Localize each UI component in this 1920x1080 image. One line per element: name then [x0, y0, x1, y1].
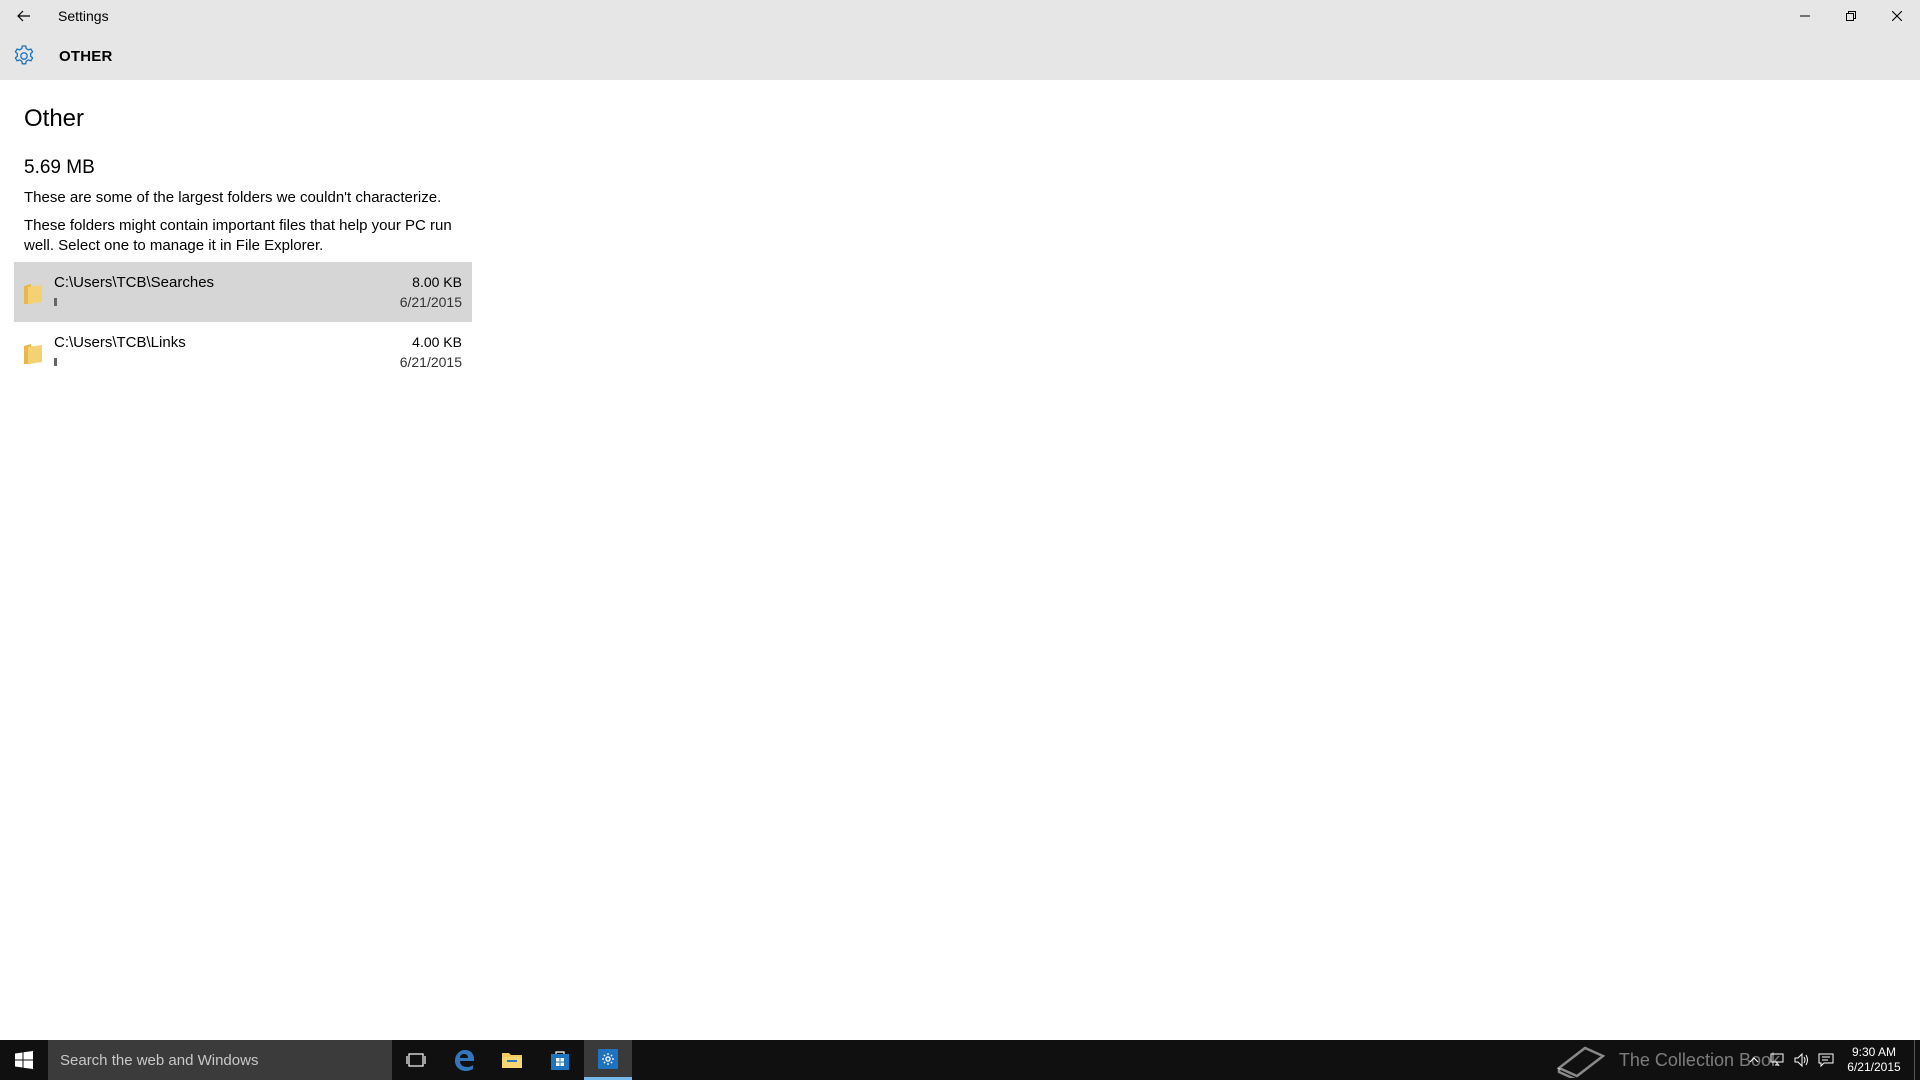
page-title: Other — [24, 105, 85, 132]
folder-size: 8.00 KB — [412, 274, 462, 290]
show-hidden-icons-button[interactable] — [1742, 1040, 1766, 1080]
notification-icon — [1818, 1053, 1834, 1067]
taskbar-search-box[interactable]: Search the web and Windows — [48, 1040, 392, 1080]
clock[interactable]: 9:30 AM 6/21/2015 — [1838, 1045, 1910, 1075]
store-button[interactable] — [536, 1040, 584, 1080]
restore-icon — [1846, 11, 1856, 21]
windows-logo-icon — [15, 1051, 33, 1069]
settings-header: OTHER — [0, 32, 1920, 80]
folder-date: 6/21/2015 — [399, 294, 462, 310]
folder-path: C:\Users\TCB\Links — [54, 334, 186, 351]
action-center-button[interactable] — [1814, 1040, 1838, 1080]
minimize-icon — [1800, 15, 1810, 17]
settings-app-icon — [598, 1048, 618, 1069]
file-explorer-button[interactable] — [488, 1040, 536, 1080]
total-size: 5.69 MB — [24, 157, 95, 178]
minimize-button[interactable] — [1782, 0, 1828, 32]
main-content: Other 5.69 MB These are some of the larg… — [24, 80, 484, 256]
instruction-text: These folders might contain important fi… — [24, 217, 452, 254]
network-icon — [1770, 1053, 1784, 1066]
folder-path: C:\Users\TCB\Searches — [54, 274, 215, 291]
book-logo-icon — [1556, 1046, 1606, 1078]
title-bar: Settings — [0, 0, 1920, 32]
folder-row[interactable]: C:\Users\TCB\Links 4.00 KB 6/21/2015 — [14, 322, 472, 382]
taskbar: Search the web and Windows The Collectio… — [0, 1040, 1920, 1080]
window-controls — [1782, 0, 1920, 32]
file-explorer-icon — [502, 1053, 522, 1068]
chevron-up-icon — [1749, 1057, 1759, 1063]
app-title: Settings — [58, 8, 109, 24]
folder-usage-fill — [54, 298, 57, 306]
task-view-button[interactable] — [392, 1040, 440, 1080]
folder-row[interactable]: C:\Users\TCB\Searches 8.00 KB 6/21/2015 — [14, 262, 472, 322]
folder-usage-bar — [54, 298, 334, 306]
edge-browser-button[interactable] — [440, 1040, 488, 1080]
back-arrow-icon — [17, 10, 30, 22]
restore-button[interactable] — [1828, 0, 1874, 32]
folder-usage-bar — [54, 358, 334, 366]
folder-date: 6/21/2015 — [399, 354, 462, 370]
show-desktop-button[interactable] — [1914, 1040, 1920, 1080]
section-title: OTHER — [59, 47, 113, 65]
folder-icon — [24, 344, 42, 364]
close-icon — [1892, 11, 1902, 21]
store-icon — [551, 1051, 569, 1070]
folder-size: 4.00 KB — [412, 334, 462, 350]
task-view-icon — [406, 1053, 426, 1067]
volume-icon — [1794, 1053, 1808, 1067]
edge-icon — [455, 1050, 474, 1071]
back-button[interactable] — [0, 0, 48, 32]
volume-button[interactable] — [1790, 1040, 1814, 1080]
folder-icon — [24, 284, 42, 304]
clock-date: 6/21/2015 — [1847, 1060, 1901, 1074]
folder-usage-fill — [54, 358, 57, 366]
search-placeholder: Search the web and Windows — [60, 1051, 259, 1069]
close-button[interactable] — [1874, 0, 1920, 32]
system-tray: 9:30 AM 6/21/2015 — [1742, 1040, 1920, 1080]
folder-list: C:\Users\TCB\Searches 8.00 KB 6/21/2015 … — [14, 262, 472, 382]
settings-taskbar-button[interactable] — [584, 1040, 632, 1080]
network-button[interactable] — [1766, 1040, 1790, 1080]
gear-icon — [0, 32, 48, 80]
description-text: These are some of the largest folders we… — [24, 189, 442, 206]
start-button[interactable] — [0, 1040, 48, 1080]
clock-time: 9:30 AM — [1851, 1045, 1897, 1059]
